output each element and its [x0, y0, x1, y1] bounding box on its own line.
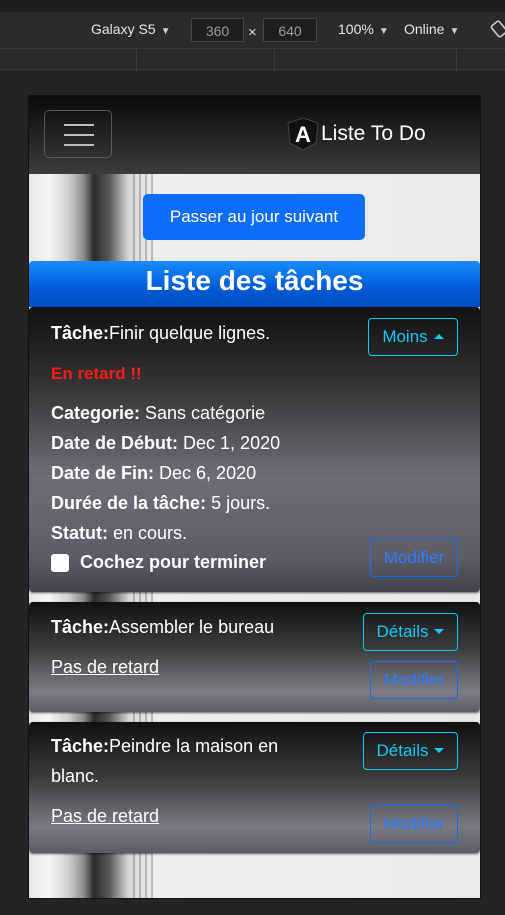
task-duration: Durée de la tâche: 5 jours. — [51, 493, 271, 513]
devtools-device-toolbar: Galaxy S5 ▼ 360 × 640 100% ▼ Online ▼ — [0, 12, 505, 48]
edit-button[interactable]: Modifier — [370, 661, 458, 699]
task-name: Tâche:Finir quelque lignes. — [51, 323, 271, 343]
next-day-button[interactable]: Passer au jour suivant — [143, 194, 365, 240]
ruler-divider — [456, 49, 457, 71]
hamburger-line — [64, 124, 94, 126]
toggle-details-button[interactable]: Détails — [363, 613, 458, 651]
task-status: Statut: en cours. — [51, 523, 188, 543]
late-status: En retard !! — [51, 364, 142, 383]
brand-link[interactable]: A Liste To Do — [287, 116, 426, 152]
dimension-separator: × — [248, 24, 257, 41]
late-status-link[interactable]: Pas de retard — [51, 806, 159, 827]
chevron-down-icon: ▼ — [449, 26, 460, 37]
late-status-link[interactable]: Pas de retard — [51, 657, 159, 678]
hamburger-line — [64, 134, 94, 136]
network-throttle-select[interactable]: Online ▼ — [404, 21, 459, 37]
caret-down-icon — [434, 748, 445, 753]
device-select[interactable]: Galaxy S5 ▼ — [91, 21, 171, 37]
task-card: Tâche:Finir quelque lignes. Moins En ret… — [29, 307, 480, 592]
svg-text:A: A — [295, 122, 311, 147]
zoom-value: 100% — [338, 21, 374, 37]
edit-button[interactable]: Modifier — [370, 804, 458, 843]
rotate-icon[interactable] — [489, 19, 505, 39]
toggle-details-button[interactable]: Détails — [363, 732, 458, 770]
toggle-details-button[interactable]: Moins — [368, 318, 458, 356]
device-name: Galaxy S5 — [91, 21, 156, 37]
brand-title: Liste To Do — [321, 122, 426, 145]
edit-button[interactable]: Modifier — [370, 538, 458, 577]
caret-down-icon — [434, 629, 445, 634]
width-input[interactable]: 360 — [191, 18, 244, 42]
height-input[interactable]: 640 — [263, 18, 317, 42]
complete-checkbox[interactable] — [51, 554, 69, 572]
device-viewport: A Liste To Do Passer au jour suivant Lis… — [28, 95, 481, 899]
caret-up-icon — [433, 334, 444, 339]
ruler-divider — [274, 49, 275, 71]
task-category: Categorie: Sans catégorie — [51, 403, 266, 423]
navbar: A Liste To Do — [29, 96, 480, 174]
task-name: Tâche:Assembler le bureau — [51, 617, 275, 637]
menu-toggle-button[interactable] — [44, 110, 112, 158]
task-name: Tâche:Peindre la maison en — [51, 736, 279, 756]
angular-logo-icon: A — [287, 117, 319, 151]
ruler-divider — [136, 49, 137, 71]
chevron-down-icon: ▼ — [160, 26, 171, 37]
list-title: Liste des tâches — [29, 261, 480, 307]
task-card: Tâche:Assembler le bureau Détails Pas de… — [29, 602, 480, 712]
zoom-select[interactable]: 100% ▼ — [338, 21, 389, 37]
network-value: Online — [404, 21, 445, 37]
devtools-ruler — [0, 48, 505, 71]
complete-label: Cochez pour terminer — [80, 552, 267, 572]
task-card: Tâche:Peindre la maison en blanc. Détail… — [29, 722, 480, 853]
task-end-date: Date de Fin: Dec 6, 2020 — [51, 463, 257, 483]
chevron-down-icon: ▼ — [378, 26, 389, 37]
task-name-continued: blanc. — [51, 766, 100, 786]
task-start-date: Date de Début: Dec 1, 2020 — [51, 433, 281, 453]
hamburger-line — [64, 144, 94, 146]
devtools-top-strip — [0, 0, 505, 12]
